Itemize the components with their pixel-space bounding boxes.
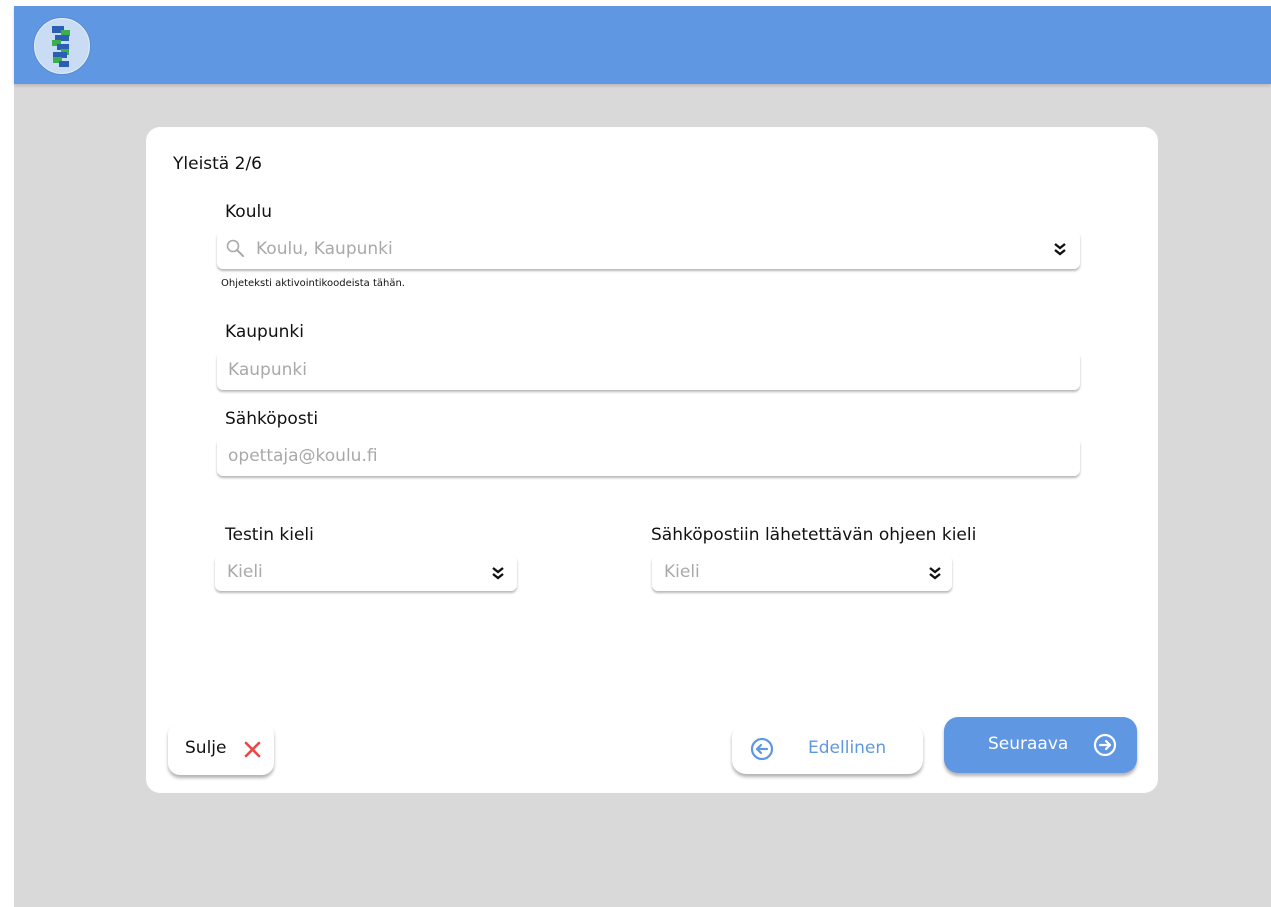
close-button[interactable]: Sulje xyxy=(168,723,274,775)
test-language-select[interactable]: Kieli xyxy=(215,555,517,591)
close-icon xyxy=(244,741,261,758)
city-input[interactable]: Kaupunki xyxy=(217,352,1080,390)
next-button-label: Seuraava xyxy=(988,734,1069,754)
test-language-label: Testin kieli xyxy=(225,525,314,545)
email-input[interactable]: opettaja@koulu.fi xyxy=(217,438,1080,476)
email-label: Sähköposti xyxy=(225,409,319,429)
wizard-card: Yleistä 2/6 Koulu Koulu, Kaupunki Ohjete… xyxy=(146,127,1158,793)
close-button-label: Sulje xyxy=(185,738,227,758)
previous-button[interactable]: Edellinen xyxy=(732,723,923,774)
test-language-placeholder: Kieli xyxy=(227,562,263,582)
arrow-left-circle-icon xyxy=(750,737,774,761)
city-label: Kaupunki xyxy=(225,322,304,342)
email-placeholder: opettaja@koulu.fi xyxy=(228,446,378,466)
chevron-down-icon xyxy=(1054,243,1066,256)
email-language-select[interactable]: Kieli xyxy=(652,555,952,591)
top-bar xyxy=(14,6,1271,84)
arrow-right-circle-icon xyxy=(1093,733,1117,757)
previous-button-label: Edellinen xyxy=(808,738,887,758)
app-frame: Yleistä 2/6 Koulu Koulu, Kaupunki Ohjete… xyxy=(14,6,1271,907)
school-search-select[interactable]: Koulu, Kaupunki xyxy=(217,231,1080,269)
city-placeholder: Kaupunki xyxy=(228,360,307,380)
school-help-text: Ohjeteksti aktivointikoodeista tähän. xyxy=(221,278,405,289)
dna-helix-logo-icon[interactable] xyxy=(34,18,90,74)
chevron-down-icon xyxy=(492,567,504,580)
email-language-label: Sähköpostiin lähetettävän ohjeen kieli xyxy=(651,525,977,545)
email-language-placeholder: Kieli xyxy=(664,562,700,582)
step-title: Yleistä 2/6 xyxy=(173,154,262,174)
school-placeholder: Koulu, Kaupunki xyxy=(256,239,393,259)
search-icon xyxy=(226,239,244,257)
chevron-down-icon xyxy=(929,567,941,580)
school-label: Koulu xyxy=(225,202,272,222)
next-button[interactable]: Seuraava xyxy=(944,717,1137,773)
